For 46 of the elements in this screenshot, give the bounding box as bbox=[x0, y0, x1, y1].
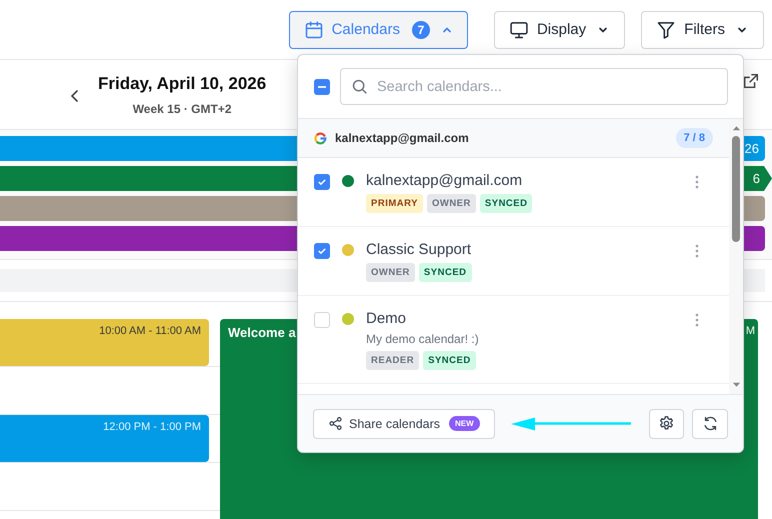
calendar-tag: SYNCED bbox=[423, 351, 476, 370]
refresh-button[interactable] bbox=[692, 408, 728, 438]
more-icon[interactable] bbox=[695, 244, 699, 258]
filter-icon bbox=[656, 20, 676, 40]
check-icon bbox=[318, 248, 326, 254]
calendar-name: Demo bbox=[366, 310, 408, 327]
date-title: Friday, April 10, 2026 bbox=[98, 74, 266, 94]
settings-button[interactable] bbox=[648, 408, 684, 438]
calendar-tag: READER bbox=[366, 351, 420, 370]
calendar-description: My demo calendar! :) bbox=[366, 332, 480, 346]
select-all-checkbox[interactable] bbox=[314, 78, 330, 94]
previous-day-icon[interactable] bbox=[70, 88, 80, 102]
new-badge: NEW bbox=[449, 416, 480, 431]
calendar-checkbox[interactable] bbox=[314, 243, 330, 259]
settings-icon bbox=[658, 415, 676, 432]
check-icon bbox=[318, 179, 326, 185]
more-icon[interactable] bbox=[695, 313, 699, 327]
share-calendars-button[interactable]: Share calendars NEW bbox=[313, 408, 495, 438]
monitor-icon bbox=[508, 20, 529, 40]
scrollbar-thumb[interactable] bbox=[732, 136, 740, 242]
week-label: Week 15 · GMT+2 bbox=[132, 102, 232, 116]
count-badge: 7 bbox=[412, 20, 430, 38]
calendar-name: Classic Support bbox=[366, 241, 472, 258]
search-field[interactable]: Search calendars... bbox=[340, 68, 728, 105]
calendar-tag: OWNER bbox=[426, 194, 476, 213]
calendar-icon bbox=[304, 20, 324, 40]
calendar-tag: SYNCED bbox=[418, 263, 472, 282]
account-email: kalnextapp@gmail.com bbox=[335, 131, 470, 145]
scrollbar[interactable] bbox=[729, 119, 743, 394]
calendar-checkbox[interactable] bbox=[314, 174, 330, 190]
calendar-tag: PRIMARY bbox=[366, 194, 423, 213]
calendar-tag: OWNER bbox=[366, 263, 415, 282]
google-icon bbox=[314, 132, 327, 144]
calendar-tag: SYNCED bbox=[480, 194, 532, 213]
external-link-icon[interactable] bbox=[742, 72, 760, 90]
calendar-event[interactable]: 10:00 AM - 11:00 AM bbox=[0, 319, 209, 366]
display-button[interactable]: Display bbox=[494, 10, 626, 48]
scroll-down-icon[interactable] bbox=[732, 382, 740, 388]
calendar-name: kalnextapp@gmail.com bbox=[366, 172, 524, 189]
calendars-button[interactable]: Calendars 7 bbox=[288, 10, 468, 48]
filters-button[interactable]: Filters bbox=[641, 10, 764, 48]
share-icon bbox=[328, 416, 343, 431]
calendar-count-badge: 7 / 8 bbox=[676, 128, 713, 148]
refresh-icon bbox=[702, 415, 719, 432]
more-icon[interactable] bbox=[695, 175, 699, 189]
minus-icon bbox=[318, 86, 326, 88]
